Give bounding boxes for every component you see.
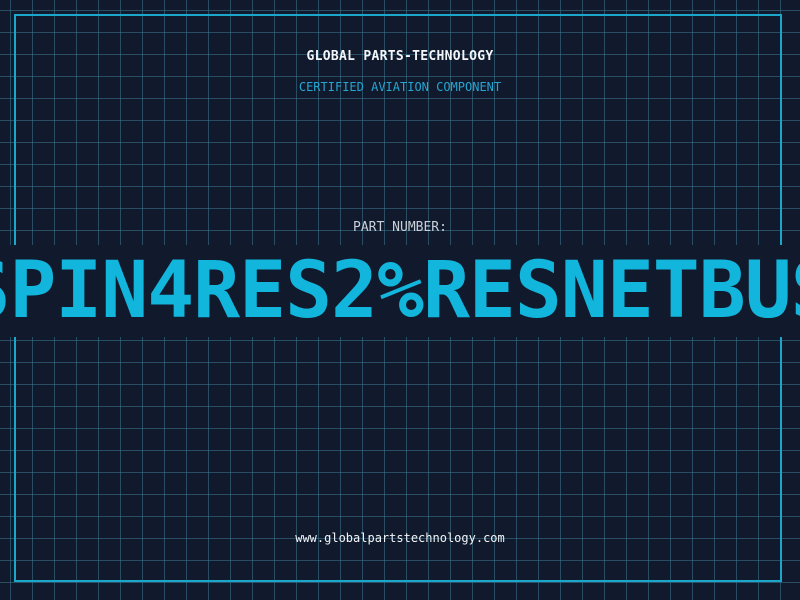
certification-subtitle: CERTIFIED AVIATION COMPONENT xyxy=(298,80,502,94)
company-title: GLOBAL PARTS-TECHNOLOGY xyxy=(306,49,494,64)
certificate-card: GLOBAL PARTS-TECHNOLOGY CERTIFIED AVIATI… xyxy=(0,0,800,600)
part-number-value: SPIN4RES2%RESNETBUS xyxy=(0,246,800,336)
part-number-label: PART NUMBER: xyxy=(353,220,447,235)
part-number-band: SPIN4RES2%RESNETBUS xyxy=(0,245,800,337)
website-url[interactable]: www.globalpartstechnology.com xyxy=(0,531,800,545)
